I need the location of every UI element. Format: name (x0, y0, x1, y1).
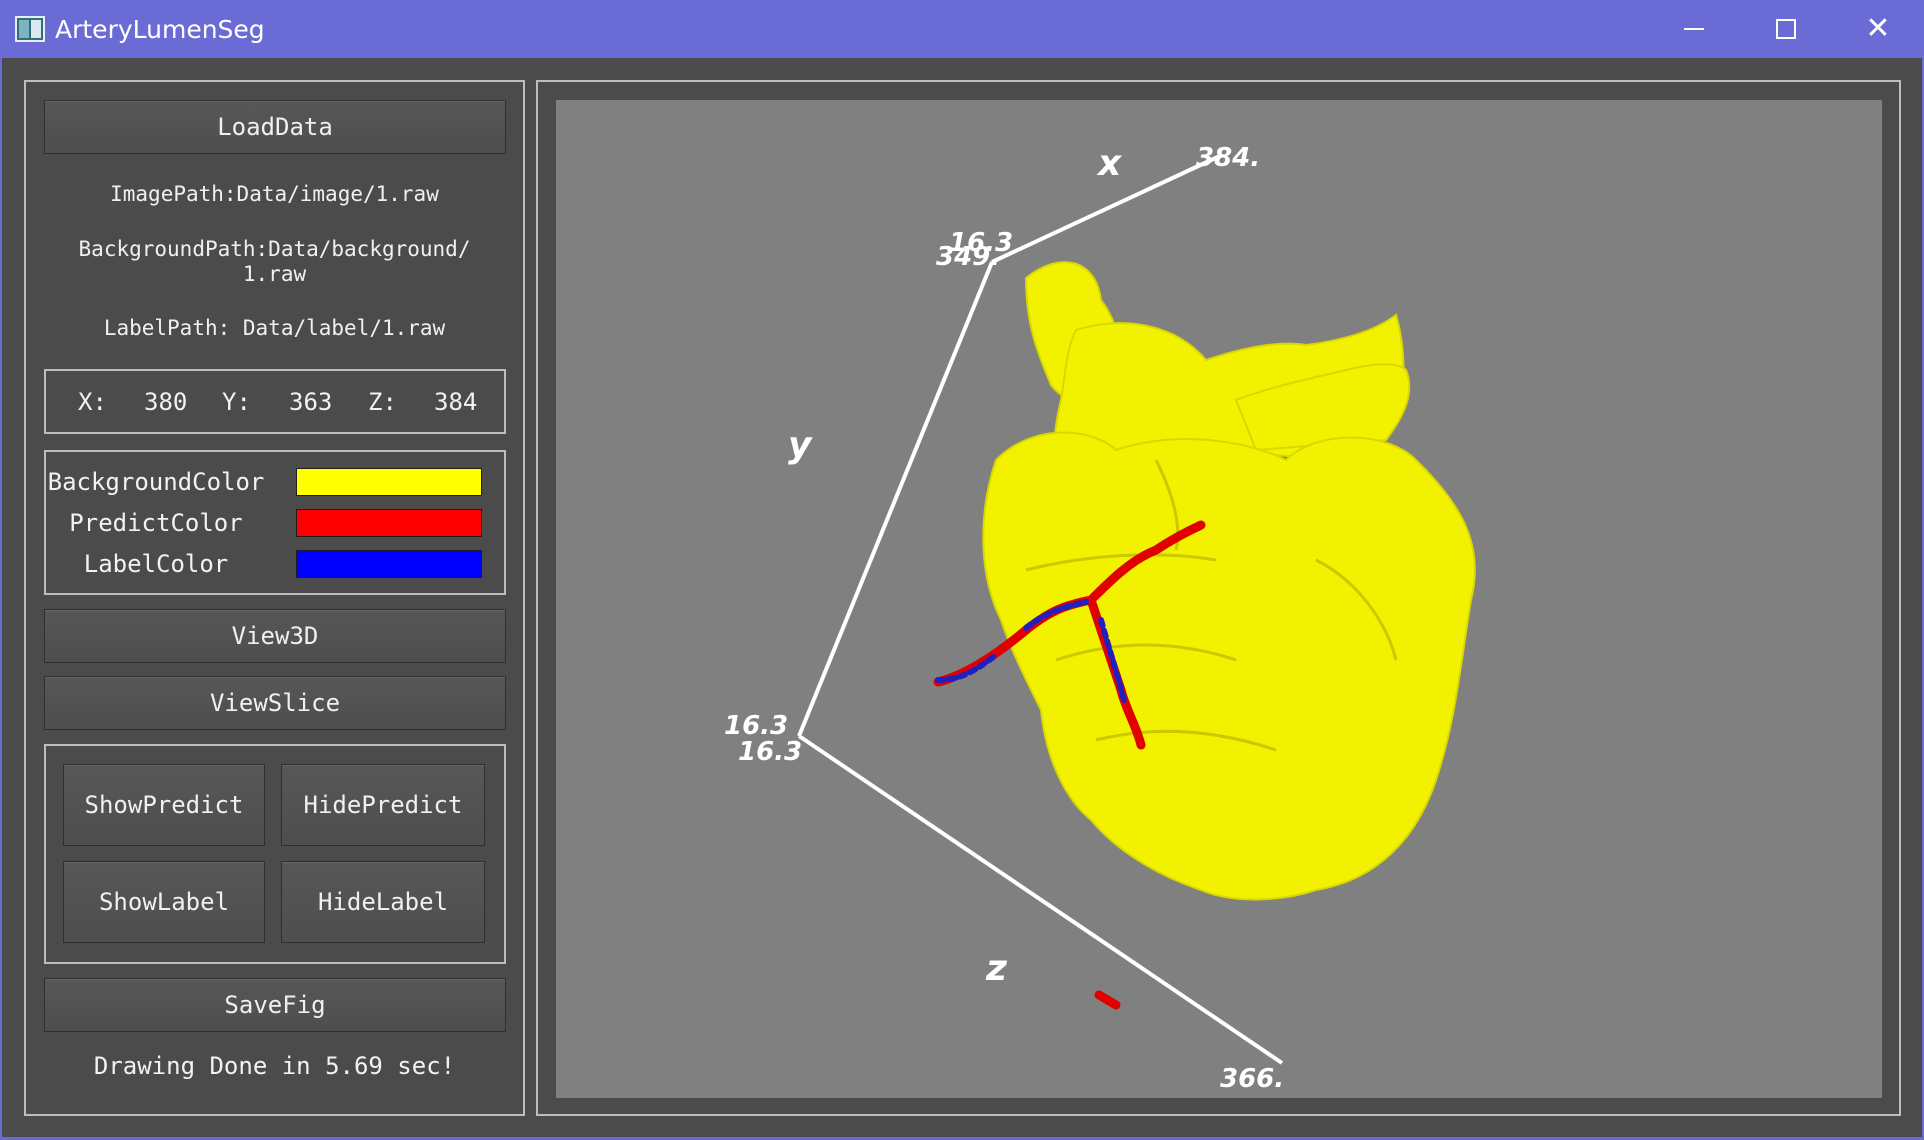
maximize-button[interactable] (1740, 0, 1832, 58)
close-icon: ✕ (1865, 11, 1891, 46)
render-canvas[interactable]: x 384. 16.3 349. y 16.3 16.3 z 366. (556, 100, 1882, 1098)
coordinate-readout: X: 380 Y: 363 Z: 384 (44, 369, 506, 434)
load-data-button[interactable]: LoadData (44, 100, 506, 154)
3d-viewport[interactable]: x 384. 16.3 349. y 16.3 16.3 z 366. (556, 100, 1882, 1098)
heart-mesh (982, 261, 1476, 901)
control-panel: LoadData ImagePath:Data/image/1.raw Back… (24, 80, 525, 1116)
background-path-label-line1: BackgroundPath:Data/background/ (78, 237, 471, 261)
origin-label-b: 16.3 (738, 737, 802, 767)
x-axis-max-label: 384. (1196, 143, 1260, 173)
background-path-label-line2: 1.raw (242, 262, 307, 286)
x-axis-name: x (1096, 143, 1123, 184)
y-axis-top-label-b: 349. (936, 242, 1000, 272)
z-coord-label: Z: (368, 388, 397, 416)
show-predict-button[interactable]: ShowPredict (63, 764, 265, 846)
maximize-icon (1776, 19, 1796, 39)
title-bar: ArteryLumenSeg ✕ (0, 0, 1924, 58)
label-color-swatch[interactable] (296, 550, 482, 578)
y-coord-label: Y: (222, 388, 251, 416)
label-path-label: LabelPath: Data/label/1.raw (103, 316, 446, 340)
viewslice-button[interactable]: ViewSlice (44, 676, 506, 730)
minimize-button[interactable] (1648, 0, 1740, 58)
z-axis-max-label: 366. (1220, 1064, 1284, 1094)
window-title: ArteryLumenSeg (55, 14, 265, 44)
window-border-left (0, 58, 2, 1140)
y-coord-value: 363 (289, 388, 333, 416)
visibility-controls: ShowPredict HidePredict ShowLabel HideLa… (44, 744, 506, 964)
background-color-label: BackgroundColor (47, 468, 265, 496)
predict-color-label: PredictColor (69, 509, 243, 537)
viewer-panel: x 384. 16.3 349. y 16.3 16.3 z 366. (536, 80, 1901, 1116)
show-label-button[interactable]: ShowLabel (63, 861, 265, 943)
image-path-label: ImagePath:Data/image/1.raw (110, 182, 439, 206)
savefig-button[interactable]: SaveFig (44, 978, 506, 1032)
close-button[interactable]: ✕ (1832, 0, 1924, 58)
color-legend: BackgroundColor PredictColor LabelColor (44, 450, 506, 595)
minimize-icon (1684, 28, 1704, 30)
hide-label-button[interactable]: HideLabel (281, 861, 485, 943)
view3d-button[interactable]: View3D (44, 609, 506, 663)
predict-color-swatch[interactable] (296, 509, 482, 537)
app-icon (15, 16, 45, 42)
z-coord-value: 384 (434, 388, 478, 416)
hide-predict-button[interactable]: HidePredict (281, 764, 485, 846)
status-message: Drawing Done in 5.69 sec! (93, 1052, 456, 1080)
x-coord-value: 380 (144, 388, 188, 416)
x-coord-label: X: (78, 388, 107, 416)
y-axis-name: y (788, 425, 813, 466)
z-axis-name: z (985, 948, 1008, 989)
label-color-label: LabelColor (83, 550, 229, 578)
background-color-swatch[interactable] (296, 468, 482, 496)
